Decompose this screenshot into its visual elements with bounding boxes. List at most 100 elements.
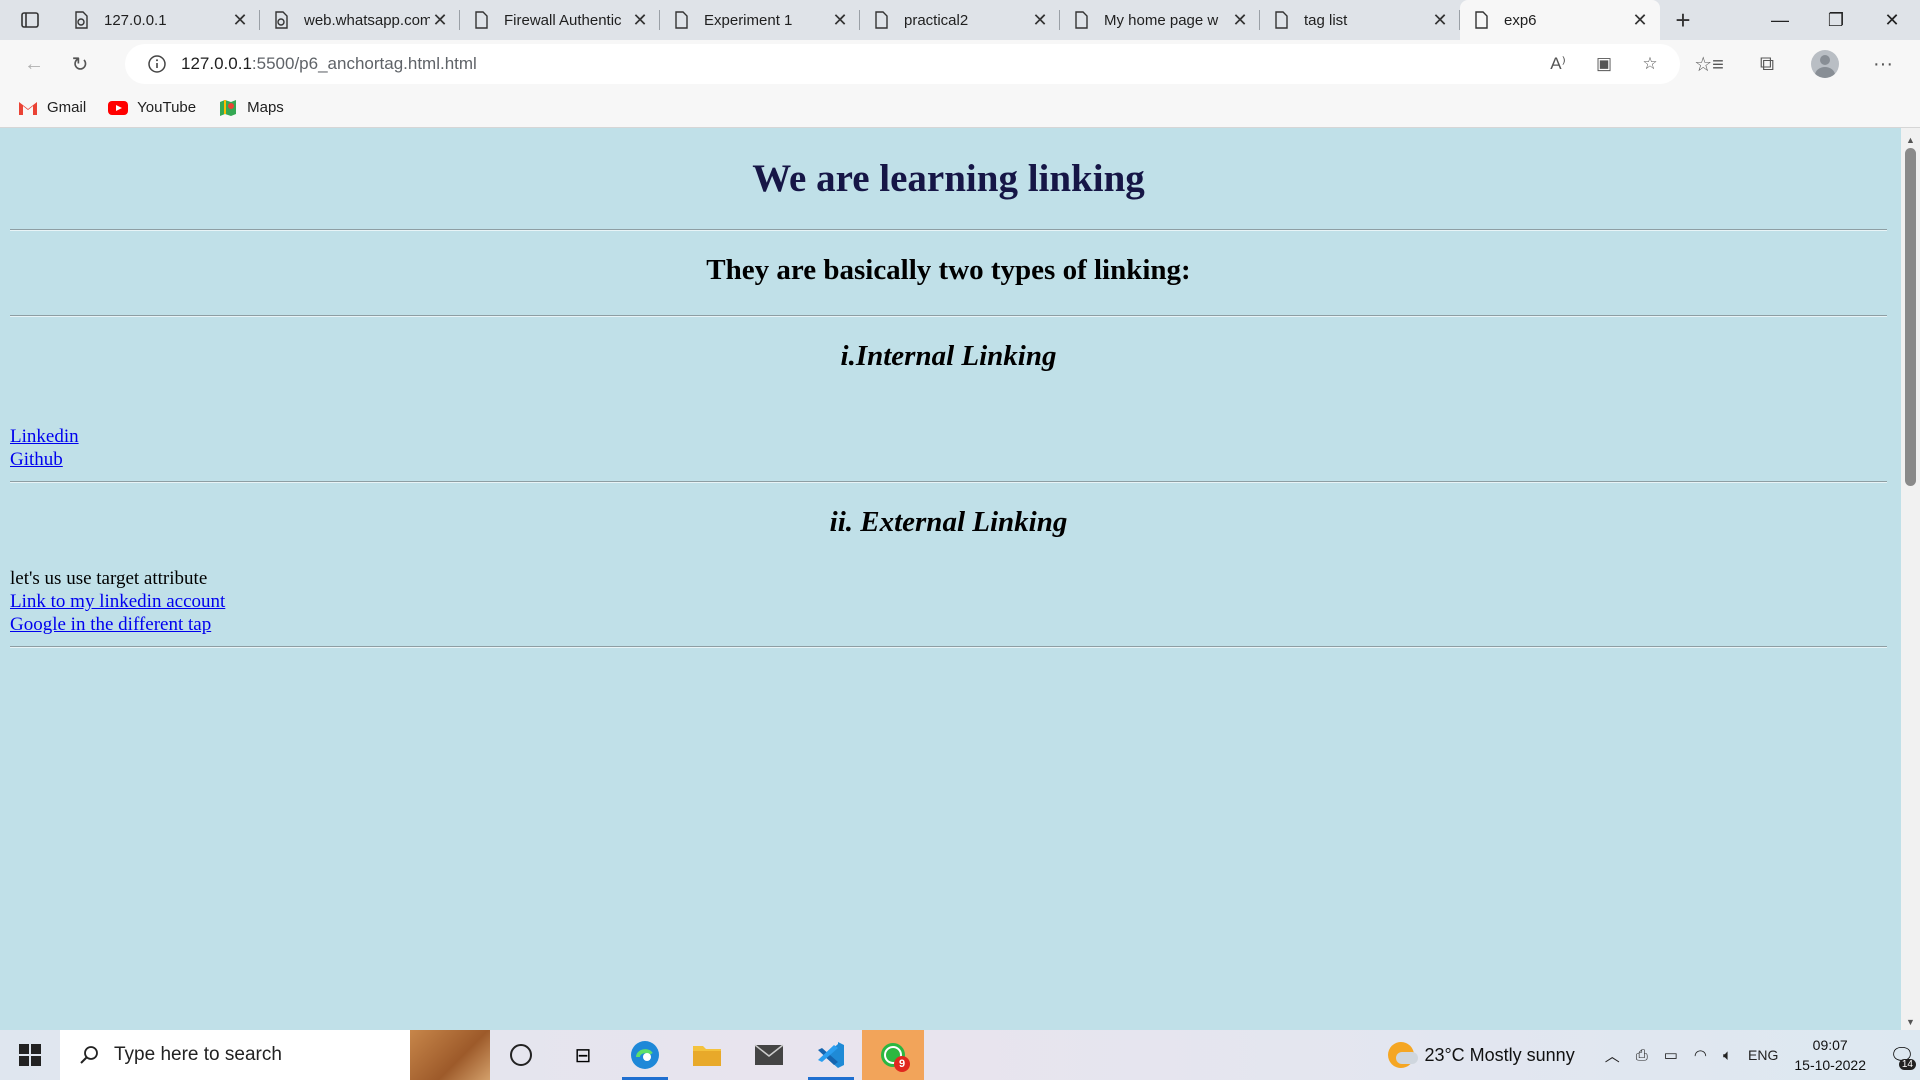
tab-title: Firewall Authentic — [504, 11, 622, 29]
system-tray: 23°C Mostly sunny ︿ ⎙ ▭ ◠ 🔈︎ ENG 09:07 1… — [1388, 1030, 1920, 1080]
tab-title: exp6 — [1504, 11, 1537, 29]
language-indicator[interactable]: ENG — [1748, 1047, 1778, 1063]
google-link[interactable]: Google in the different tap — [10, 614, 211, 636]
weather-text: 23°C Mostly sunny — [1424, 1044, 1575, 1065]
close-window-button[interactable]: ✕ — [1864, 0, 1920, 40]
back-button[interactable]: ← — [12, 42, 56, 86]
tab[interactable]: My home page w ✕ — [1060, 0, 1260, 40]
file-explorer-button[interactable] — [676, 1030, 738, 1080]
notification-center-button[interactable]: 🗨︎ 14 — [1884, 1030, 1920, 1080]
minimize-button[interactable]: — — [1752, 0, 1808, 40]
page-scrollbar[interactable]: ▲ ▼ — [1901, 128, 1920, 1030]
divider — [10, 229, 1887, 231]
profile-button[interactable] — [1796, 42, 1854, 86]
mail-button[interactable] — [738, 1030, 800, 1080]
wifi-icon[interactable]: ◠ — [1694, 1046, 1707, 1064]
whatsapp-button[interactable]: 9 — [862, 1030, 924, 1080]
device-icon[interactable]: ⎙ — [1636, 1047, 1648, 1064]
tab[interactable]: Firewall Authentic ✕ — [460, 0, 660, 40]
tab-actions-button[interactable] — [0, 0, 60, 40]
divider — [10, 315, 1887, 317]
minimize-icon: — — [1771, 9, 1789, 30]
favorites-icon: ☆≡ — [1694, 53, 1724, 76]
linkedin-link[interactable]: Linkedin — [10, 426, 79, 448]
chevron-up-icon[interactable]: ︿ — [1605, 1045, 1620, 1066]
info-icon[interactable] — [147, 54, 167, 74]
close-icon[interactable]: ✕ — [1030, 10, 1050, 30]
tab-title: web.whatsapp.com — [304, 11, 430, 29]
plus-icon: + — [1675, 4, 1691, 35]
settings-menu-button[interactable]: ··· — [1854, 42, 1912, 86]
tab[interactable]: practical2 ✕ — [860, 0, 1060, 40]
scroll-down-icon[interactable]: ▼ — [1901, 1014, 1920, 1030]
task-view-button[interactable]: ⊟ — [552, 1030, 614, 1080]
taskbar-search[interactable]: Type here to search — [60, 1030, 490, 1080]
page-icon — [675, 11, 688, 29]
tab[interactable]: 127.0.0.1 ✕ — [60, 0, 260, 40]
tab[interactable]: tag list ✕ — [1260, 0, 1460, 40]
immersive-reader-icon[interactable]: ▣ — [1592, 52, 1616, 76]
favorite-maps[interactable]: Maps — [218, 99, 284, 117]
maps-icon — [220, 99, 237, 116]
close-icon[interactable]: ✕ — [1230, 10, 1250, 30]
volume-icon[interactable]: 🔈︎ — [1723, 1047, 1732, 1064]
tab-title: Experiment 1 — [704, 11, 793, 29]
favorite-label: Maps — [247, 99, 284, 116]
address-url: 127.0.0.1:5500/p6_anchortag.html.html — [181, 54, 477, 74]
close-icon[interactable]: ✕ — [430, 10, 450, 30]
tab[interactable]: Experiment 1 ✕ — [660, 0, 860, 40]
scroll-up-icon[interactable]: ▲ — [1901, 132, 1920, 148]
refresh-button[interactable]: ↻ — [58, 42, 102, 86]
weather-widget[interactable]: 23°C Mostly sunny — [1388, 1042, 1575, 1068]
battery-icon[interactable]: ▭ — [1664, 1046, 1678, 1064]
search-highlight-image — [410, 1030, 490, 1080]
start-button[interactable] — [0, 1030, 60, 1080]
url-path: :5500/p6_anchortag.html.html — [251, 54, 477, 73]
page-icon — [875, 11, 888, 29]
close-icon[interactable]: ✕ — [1430, 10, 1450, 30]
address-bar[interactable]: 127.0.0.1:5500/p6_anchortag.html.html A⁾… — [125, 44, 1680, 84]
weather-sun-icon — [1388, 1042, 1419, 1068]
close-icon[interactable]: ✕ — [230, 10, 250, 30]
read-aloud-icon[interactable]: A⁾ — [1546, 52, 1570, 76]
close-icon[interactable]: ✕ — [630, 10, 650, 30]
favorites-bar: Gmail YouTube Maps — [0, 88, 1920, 128]
edge-icon — [631, 1041, 659, 1069]
task-view-icon: ⊟ — [574, 1044, 592, 1067]
address-bar-actions: A⁾ ▣ ☆ — [1546, 44, 1662, 84]
external-linking-heading: ii. External Linking — [829, 506, 1068, 538]
new-tab-button[interactable]: + — [1660, 0, 1706, 40]
avatar — [1811, 50, 1839, 78]
divider — [10, 481, 1887, 483]
linkedin-account-link[interactable]: Link to my linkedin account — [10, 591, 225, 613]
favorite-youtube[interactable]: YouTube — [108, 99, 196, 117]
favorite-label: YouTube — [137, 99, 197, 116]
close-icon[interactable]: ✕ — [1630, 10, 1650, 30]
clock[interactable]: 09:07 15-10-2022 — [1794, 1035, 1866, 1075]
notification-badge: 9 — [894, 1056, 910, 1072]
scrollbar-thumb[interactable] — [1905, 148, 1916, 486]
gmail-icon — [19, 101, 37, 115]
page-loading-icon — [75, 11, 88, 29]
restore-button[interactable]: ❐ — [1808, 0, 1864, 40]
edge-taskbar-button[interactable] — [614, 1030, 676, 1080]
tab[interactable]: web.whatsapp.com ✕ — [260, 0, 460, 40]
cortana-button[interactable] — [490, 1030, 552, 1080]
favorite-gmail[interactable]: Gmail — [18, 99, 86, 117]
add-favorite-icon[interactable]: ☆ — [1638, 52, 1662, 76]
tab-title: tag list — [1304, 11, 1348, 29]
collections-button[interactable]: ⧉ — [1738, 42, 1796, 86]
github-link[interactable]: Github — [10, 449, 63, 471]
favorites-button[interactable]: ☆≡ — [1680, 42, 1738, 86]
vscode-icon — [818, 1042, 844, 1068]
divider — [10, 646, 1887, 648]
tab-active[interactable]: exp6 ✕ — [1460, 0, 1660, 40]
tab-title: My home page w — [1104, 11, 1219, 29]
favorite-label: Gmail — [47, 99, 87, 116]
clock-date: 15-10-2022 — [1794, 1057, 1866, 1073]
vscode-button[interactable] — [800, 1030, 862, 1080]
tab-title: 127.0.0.1 — [104, 11, 167, 29]
close-icon[interactable]: ✕ — [830, 10, 850, 30]
tab-title: practical2 — [904, 11, 969, 29]
collections-icon: ⧉ — [1759, 52, 1775, 75]
